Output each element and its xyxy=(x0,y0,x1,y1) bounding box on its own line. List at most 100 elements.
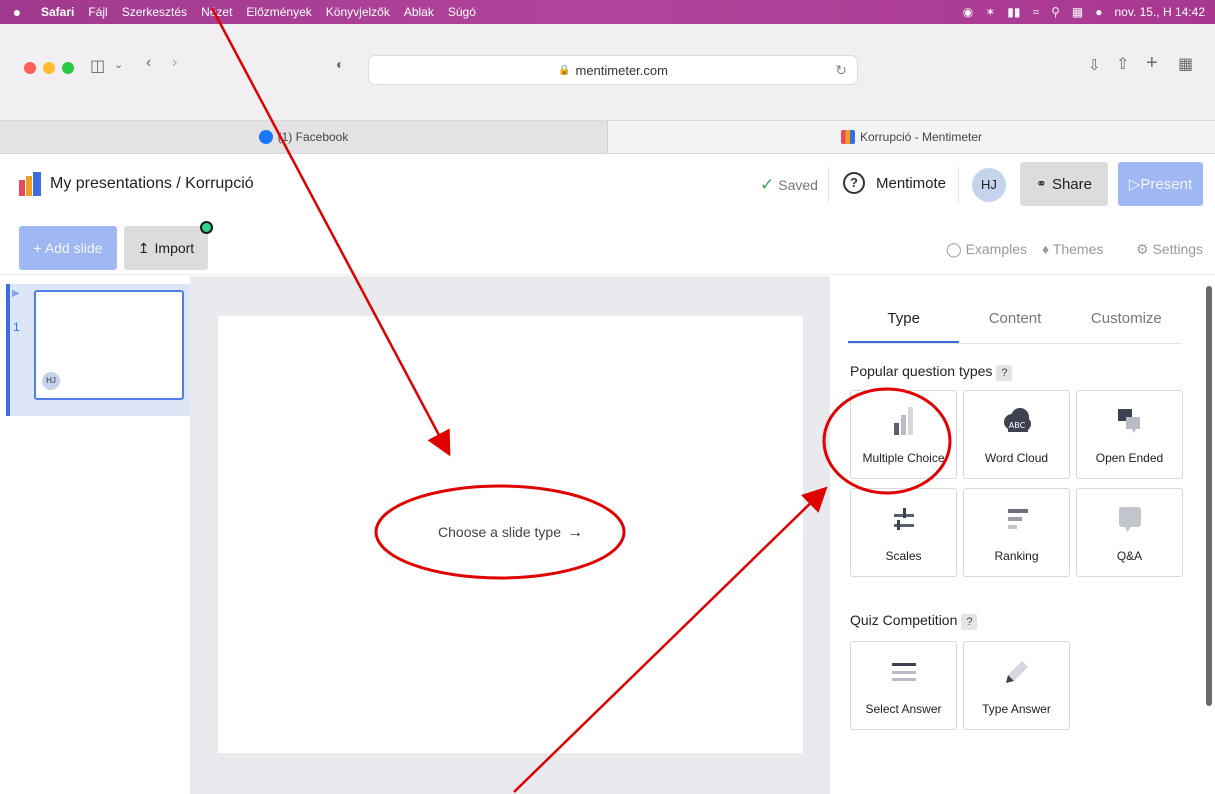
tab-customize[interactable]: Customize xyxy=(1071,300,1182,343)
menu-edit[interactable]: Szerkesztés xyxy=(115,5,194,19)
choose-slide-type-prompt[interactable]: Choose a slide type → xyxy=(218,524,803,542)
minimize-window-button[interactable] xyxy=(43,62,55,74)
svg-text:ABC: ABC xyxy=(1008,421,1025,430)
examples-label: Examples xyxy=(965,241,1028,257)
type-scales[interactable]: Scales xyxy=(850,488,957,577)
help-question-icon[interactable]: ? xyxy=(961,614,978,630)
type-qa[interactable]: Q&A xyxy=(1076,488,1183,577)
address-url: mentimeter.com xyxy=(575,62,668,78)
check-icon: ✓ xyxy=(760,175,775,194)
privacy-shield-icon[interactable]: ◐ xyxy=(336,56,344,72)
share-button[interactable]: ⚭ Share xyxy=(1020,162,1108,206)
choose-slide-type-label: Choose a slide type xyxy=(438,524,561,540)
type-ranking[interactable]: Ranking xyxy=(963,488,1070,577)
apple-icon[interactable]: ● xyxy=(0,4,34,20)
forward-icon[interactable]: › xyxy=(172,54,177,72)
downloads-icon[interactable]: ⇩ xyxy=(1088,56,1101,74)
slide-type-panel: Type Content Customize Popular question … xyxy=(830,276,1215,794)
new-tab-icon[interactable]: + xyxy=(1146,52,1158,75)
word-cloud-icon: ABC xyxy=(964,403,1069,439)
spotlight-search-icon[interactable]: ⚲ xyxy=(1051,5,1060,19)
quiz-competition-label: Quiz Competition xyxy=(850,612,958,628)
bluetooth-icon[interactable]: ✶ xyxy=(985,5,995,19)
slide-thumbnail[interactable]: HJ xyxy=(34,290,184,400)
type-multiple-choice[interactable]: Multiple Choice xyxy=(850,390,957,479)
header-divider xyxy=(828,167,829,203)
tab-facebook[interactable]: (1) Facebook xyxy=(0,121,608,153)
siri-icon[interactable]: ● xyxy=(1095,5,1102,19)
tab-content[interactable]: Content xyxy=(959,300,1070,343)
tab-overview-icon[interactable]: ▦ xyxy=(1178,54,1193,74)
settings-label: Settings xyxy=(1152,241,1204,257)
avatar[interactable]: HJ xyxy=(972,168,1006,202)
close-window-button[interactable] xyxy=(24,62,36,74)
settings-link[interactable]: ⚙ Settings xyxy=(1136,241,1203,258)
type-word-cloud[interactable]: ABC Word Cloud xyxy=(963,390,1070,479)
macos-menu-bar: ● Safari Fájl Szerkesztés Nézet Előzmény… xyxy=(0,0,1215,24)
breadcrumb[interactable]: My presentations / Korrupció xyxy=(50,175,254,193)
gear-icon: ⚙ xyxy=(1136,241,1149,257)
examples-link[interactable]: ◯ Examples xyxy=(946,241,1027,258)
help-question-icon[interactable]: ? xyxy=(996,365,1013,381)
type-select-answer[interactable]: Select Answer xyxy=(850,641,957,730)
share-sheet-icon[interactable]: ⇧ xyxy=(1116,54,1129,74)
present-button[interactable]: ▷Present xyxy=(1118,162,1203,206)
menu-view[interactable]: Nézet xyxy=(194,5,239,19)
mentimote-button[interactable]: Mentimote xyxy=(876,175,946,192)
menu-bookmarks[interactable]: Könyvjelzők xyxy=(319,5,397,19)
menu-history[interactable]: Előzmények xyxy=(239,5,318,19)
status-area: ◉ ✶ ▮▮ ≈ ⚲ ▦ ● nov. 15., H 14:42 xyxy=(963,5,1215,19)
back-icon[interactable]: ‹ xyxy=(146,54,151,72)
scales-icon xyxy=(851,501,956,537)
type-type-answer[interactable]: Type Answer xyxy=(963,641,1070,730)
chevron-down-icon[interactable]: ⌄ xyxy=(114,58,123,71)
saved-label: Saved xyxy=(778,177,818,193)
menu-window[interactable]: Ablak xyxy=(397,5,441,19)
tab-facebook-label: (1) Facebook xyxy=(277,130,349,144)
menu-bar-clock[interactable]: nov. 15., H 14:42 xyxy=(1114,5,1205,19)
bar-chart-icon xyxy=(851,403,956,439)
arrow-right-icon: → xyxy=(566,524,583,541)
qa-bubble-icon xyxy=(1077,501,1182,537)
saved-status: ✓ Saved xyxy=(760,175,818,195)
add-slide-button[interactable]: + Add slide xyxy=(19,226,117,270)
app-header: My presentations / Korrupció ✓ Saved ? Me… xyxy=(0,155,1215,215)
menu-safari[interactable]: Safari xyxy=(34,5,81,19)
mentimeter-logo-icon[interactable] xyxy=(18,172,42,196)
slide-editor-area: Choose a slide type → xyxy=(190,276,830,794)
panel-tabs: Type Content Customize xyxy=(848,300,1182,344)
wifi-icon[interactable]: ≈ xyxy=(1033,5,1040,19)
help-icon[interactable]: ? xyxy=(843,172,865,194)
popular-types-label: Popular question types xyxy=(850,363,993,379)
type-open-ended[interactable]: Open Ended xyxy=(1076,390,1183,479)
zoom-window-button[interactable] xyxy=(62,62,74,74)
speech-bubbles-icon xyxy=(1077,403,1182,439)
lock-icon: 🔒 xyxy=(558,64,571,76)
mentimeter-favicon-icon xyxy=(840,130,855,144)
record-icon[interactable]: ◉ xyxy=(963,5,973,19)
battery-icon[interactable]: ▮▮ xyxy=(1007,5,1020,19)
ranking-icon xyxy=(964,501,1069,537)
slide-canvas[interactable]: Choose a slide type → xyxy=(218,316,803,753)
tab-mentimeter[interactable]: Korrupció - Mentimeter xyxy=(608,121,1215,153)
control-center-icon[interactable]: ▦ xyxy=(1072,5,1083,19)
tab-type[interactable]: Type xyxy=(848,300,960,343)
share-label: Share xyxy=(1051,175,1092,193)
share-nodes-icon: ⚭ xyxy=(1036,176,1047,191)
type-label: Type Answer xyxy=(982,702,1051,716)
browser-toolbar: ◫ ⌄ ‹ › ◐ 🔒 mentimeter.com ↻ ⇩ ⇧ + ▦ xyxy=(0,24,1215,120)
type-label: Select Answer xyxy=(865,702,942,716)
menu-help[interactable]: Súgó xyxy=(441,5,483,19)
themes-label: Themes xyxy=(1052,241,1104,257)
menu-file[interactable]: Fájl xyxy=(81,5,114,19)
type-label: Scales xyxy=(885,549,922,563)
address-bar[interactable]: 🔒 mentimeter.com ↻ xyxy=(368,55,858,85)
type-label: Q&A xyxy=(1116,549,1143,563)
reload-icon[interactable]: ↻ xyxy=(835,62,847,79)
import-button[interactable]: ↥ Import xyxy=(124,226,208,270)
themes-link[interactable]: ♦ Themes xyxy=(1042,241,1103,257)
panel-scrollbar[interactable] xyxy=(1206,286,1212,706)
thumbnail-avatar: HJ xyxy=(42,372,60,390)
active-slide-marker xyxy=(6,284,10,416)
sidebar-toggle-icon[interactable]: ◫ xyxy=(90,56,105,76)
